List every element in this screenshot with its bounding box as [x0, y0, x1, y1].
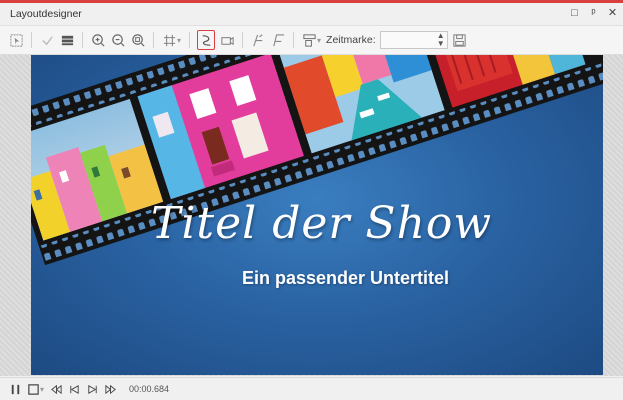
panel-title: Layoutdesigner: [10, 8, 82, 20]
close-icon[interactable]: ✕: [606, 6, 619, 20]
save-icon[interactable]: [452, 31, 468, 49]
window-controls: □ ᵖ ✕: [568, 6, 619, 20]
spinner-icon[interactable]: ▲ ▼: [437, 32, 445, 48]
grid-icon[interactable]: [161, 31, 177, 49]
align-dropdown-icon[interactable]: ▾: [317, 36, 321, 45]
zeitmarke-input[interactable]: ▲ ▼: [379, 31, 448, 49]
align-icon[interactable]: [301, 31, 317, 49]
fast-forward-icon[interactable]: [103, 382, 117, 396]
toolbar-divider: [189, 32, 191, 48]
zoom-fit-icon[interactable]: [130, 31, 146, 49]
pin-icon[interactable]: ᵖ: [587, 6, 600, 20]
path-icon[interactable]: [197, 30, 216, 50]
rewind-icon[interactable]: [49, 382, 63, 396]
toolbar-divider: [153, 32, 154, 48]
step-back-icon[interactable]: [67, 382, 81, 396]
toolbar-divider: [82, 32, 83, 48]
motion-b-icon[interactable]: [270, 31, 286, 49]
panel-titlebar: Layoutdesigner □ ᵖ ✕: [0, 3, 623, 26]
select-icon[interactable]: [8, 31, 24, 49]
stop-dropdown-icon[interactable]: ▾: [40, 385, 44, 394]
toolbar-divider: [31, 32, 32, 48]
camera-icon[interactable]: [219, 31, 235, 49]
toolbar-divider: [242, 32, 244, 48]
check-icon[interactable]: [39, 31, 55, 49]
zeitmarke-label: Zeitmarke:: [326, 34, 376, 46]
layers-icon[interactable]: [59, 31, 75, 49]
zoom-out-icon[interactable]: [110, 31, 126, 49]
layout-canvas[interactable]: Titel der Show Ein passender Untertitel: [31, 55, 603, 375]
zoom-in-icon[interactable]: [90, 31, 106, 49]
toolbar-divider: [293, 32, 295, 48]
step-forward-icon[interactable]: [85, 382, 99, 396]
show-subtitle[interactable]: Ein passender Untertitel: [242, 268, 449, 289]
grid-dropdown-icon[interactable]: ▾: [177, 36, 181, 45]
toolbar: ▾ ▾ Zeitmarke: ▲ ▼: [0, 26, 623, 55]
show-title[interactable]: Titel der Show: [151, 198, 571, 249]
motion-a-icon[interactable]: [250, 31, 266, 49]
maximize-icon[interactable]: □: [568, 6, 581, 20]
playback-time: 00:00.684: [129, 384, 170, 394]
pause-icon[interactable]: [8, 382, 22, 396]
stop-icon[interactable]: [26, 382, 40, 396]
playback-bar: ▾ 00:00.684: [0, 377, 623, 400]
